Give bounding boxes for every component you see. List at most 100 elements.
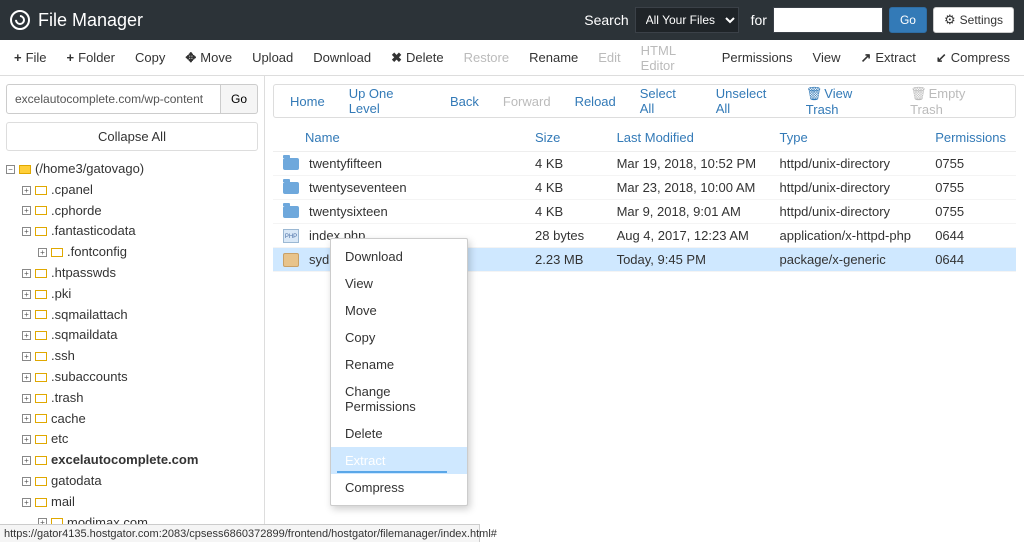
folder-icon [35,394,47,403]
delete-button[interactable]: ✖Delete [381,40,453,76]
expand-icon[interactable]: + [22,373,31,382]
table-row[interactable]: twentyfifteen4 KBMar 19, 2018, 10:52 PMh… [273,152,1016,176]
tree-node[interactable]: +cache [6,409,258,430]
folder-icon [283,206,299,218]
tree-node[interactable]: +modimax.com [6,513,258,524]
expand-icon[interactable]: + [22,394,31,403]
table-row[interactable]: twentyseventeen4 KBMar 23, 2018, 10:00 A… [273,176,1016,200]
tree-node[interactable]: +.cpanel [6,180,258,201]
permissions-button[interactable]: Permissions [712,40,803,76]
package-icon [283,253,299,267]
tree-node[interactable]: + excelautocomplete.com [6,450,258,471]
download-button[interactable]: Download [303,40,381,76]
expand-icon[interactable]: + [22,186,31,195]
tree-label: modimax.com [67,513,148,524]
tree-node[interactable]: +.fantasticodata [6,221,258,242]
expand-icon[interactable]: + [22,269,31,278]
context-menu-item[interactable]: Compress [331,474,467,501]
expand-icon[interactable]: + [22,477,31,486]
tree-node[interactable]: +.sqmailattach [6,305,258,326]
tree-node[interactable]: + .fontconfig [6,242,258,263]
delete-icon: ✖ [391,50,402,66]
context-menu-item[interactable]: Delete [331,420,467,447]
tree-node[interactable]: + .ssh [6,346,258,367]
copy-button[interactable]: Copy [125,40,175,76]
tree-node[interactable]: +.sqmaildata [6,325,258,346]
collapse-all-button[interactable]: Collapse All [6,122,258,151]
back-link[interactable]: Back [438,94,491,109]
file-modified: Mar 9, 2018, 9:01 AM [607,200,770,224]
unselect-all-link[interactable]: Unselect All [704,86,794,116]
upload-button[interactable]: Upload [242,40,303,76]
tree-node[interactable]: +.cphorde [6,201,258,222]
col-permissions[interactable]: Permissions [925,124,1016,152]
app-title: File Manager [38,10,143,31]
context-menu-item[interactable]: Download [331,243,467,270]
folder-tree[interactable]: −(/home3/gatovago)+.cpanel+.cphorde+.fan… [6,159,258,524]
settings-button[interactable]: ⚙ Settings [933,7,1014,33]
context-menu[interactable]: DownloadViewMoveCopyRenameChange Permiss… [330,238,468,506]
tree-node[interactable]: +etc [6,429,258,450]
col-modified[interactable]: Last Modified [607,124,770,152]
tree-node[interactable]: + .htpasswds [6,263,258,284]
view-trash-link[interactable]: 🗑View Trash [794,86,898,117]
expand-icon[interactable]: + [38,248,47,257]
tree-node[interactable]: +mail [6,492,258,513]
file-permissions: 0755 [925,200,1016,224]
table-row[interactable]: twentysixteen4 KBMar 9, 2018, 9:01 AMhtt… [273,200,1016,224]
context-menu-item[interactable]: Rename [331,351,467,378]
expand-icon[interactable]: + [22,331,31,340]
col-size[interactable]: Size [525,124,607,152]
collapse-icon[interactable]: − [6,165,15,174]
rename-button[interactable]: Rename [519,40,588,76]
folder-button[interactable]: +Folder [57,40,125,76]
path-go-button[interactable]: Go [221,84,258,114]
search-input[interactable] [773,7,883,33]
reload-link[interactable]: Reload [563,94,628,109]
expand-icon[interactable]: + [22,352,31,361]
folder-icon [35,227,47,236]
tree-root[interactable]: −(/home3/gatovago) [6,159,258,180]
context-menu-item[interactable]: Extract [331,447,467,474]
file-modified: Mar 19, 2018, 10:52 PM [607,152,770,176]
context-menu-item[interactable]: View [331,270,467,297]
tree-label: .ssh [51,346,75,367]
tree-label: .fontconfig [67,242,127,263]
select-all-link[interactable]: Select All [628,86,704,116]
file-size: 4 KB [525,152,607,176]
extract-button[interactable]: ↗Extract [850,40,925,76]
col-name[interactable]: Name [273,124,525,152]
expand-icon[interactable]: + [22,456,31,465]
context-menu-item[interactable]: Change Permissions [331,378,467,420]
context-menu-item[interactable]: Move [331,297,467,324]
folder-icon [283,182,299,194]
file-size: 2.23 MB [525,248,607,272]
tree-label: .htpasswds [51,263,116,284]
file-permissions: 0755 [925,152,1016,176]
tree-label: excelautocomplete.com [51,450,198,471]
home-link[interactable]: Home [278,94,337,109]
move-button[interactable]: ✥Move [175,40,242,76]
compress-button[interactable]: ↙Compress [926,40,1020,76]
expand-icon[interactable]: + [22,227,31,236]
expand-icon[interactable]: + [22,435,31,444]
expand-icon[interactable]: + [22,498,31,507]
restore-button: Restore [454,40,520,76]
view-button[interactable]: View [803,40,851,76]
file-permissions: 0644 [925,248,1016,272]
search-scope-select[interactable]: All Your Files [635,7,739,33]
expand-icon[interactable]: + [22,414,31,423]
tree-node[interactable]: +gatodata [6,471,258,492]
up-one-level-link[interactable]: Up One Level [337,86,438,116]
path-input[interactable] [6,84,221,114]
expand-icon[interactable]: + [22,290,31,299]
tree-node[interactable]: +.pki [6,284,258,305]
col-type[interactable]: Type [770,124,926,152]
context-menu-item[interactable]: Copy [331,324,467,351]
search-go-button[interactable]: Go [889,7,927,33]
tree-node[interactable]: +.subaccounts [6,367,258,388]
tree-node[interactable]: +.trash [6,388,258,409]
file-button[interactable]: +File [4,40,57,76]
expand-icon[interactable]: + [22,310,31,319]
expand-icon[interactable]: + [22,206,31,215]
